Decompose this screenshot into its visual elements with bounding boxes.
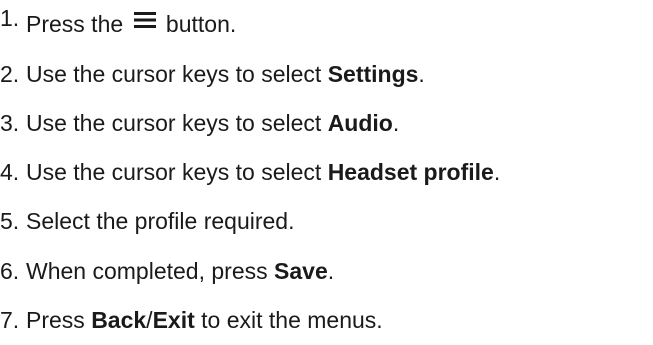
step-text-after: . (493, 158, 501, 185)
menu-item-settings: Settings (327, 60, 419, 87)
step-1: 1. Press the button. (0, 4, 237, 42)
step-number: 1. (0, 4, 20, 31)
step-number: 6. (0, 257, 20, 284)
menu-icon (133, 7, 156, 34)
step-number: 7. (0, 306, 20, 333)
step-text-before: Use the cursor keys to select (26, 158, 328, 185)
step-number: 5. (0, 207, 20, 234)
step-number: 4. (0, 158, 20, 185)
step-text-after: . (327, 257, 335, 284)
step-text-after: . (392, 109, 400, 136)
step-number: 3. (0, 109, 20, 136)
step-2: 2. Use the cursor keys to select Setting… (0, 56, 425, 92)
step-text-before: Press the (26, 10, 130, 37)
step-7: 7. Press Back / Exit to exit the menus. (0, 302, 383, 338)
step-text-before: Press (26, 306, 92, 333)
step-4: 4. Use the cursor keys to select Headset… (0, 154, 500, 190)
step-5: 5. Select the profile required. (0, 203, 295, 239)
button-label-save: Save (274, 257, 328, 284)
step-text-before: Use the cursor keys to select (26, 109, 328, 136)
step-text-before: When completed, press (26, 257, 275, 284)
step-text-before: Use the cursor keys to select (26, 60, 328, 87)
step-text-after: button. (159, 10, 237, 37)
menu-item-audio: Audio (327, 109, 393, 136)
step-text: Select the profile required. (26, 207, 295, 234)
step-number: 2. (0, 60, 20, 87)
button-label-exit: Exit (152, 306, 195, 333)
step-6: 6. When completed, press Save . (0, 253, 334, 289)
step-text-after: . (418, 60, 425, 87)
step-text-after: to exit the menus. (194, 306, 383, 333)
step-3: 3. Use the cursor keys to select Audio . (0, 105, 399, 141)
menu-item-headset-profile: Headset profile (327, 158, 494, 185)
button-label-back: Back (91, 306, 147, 333)
